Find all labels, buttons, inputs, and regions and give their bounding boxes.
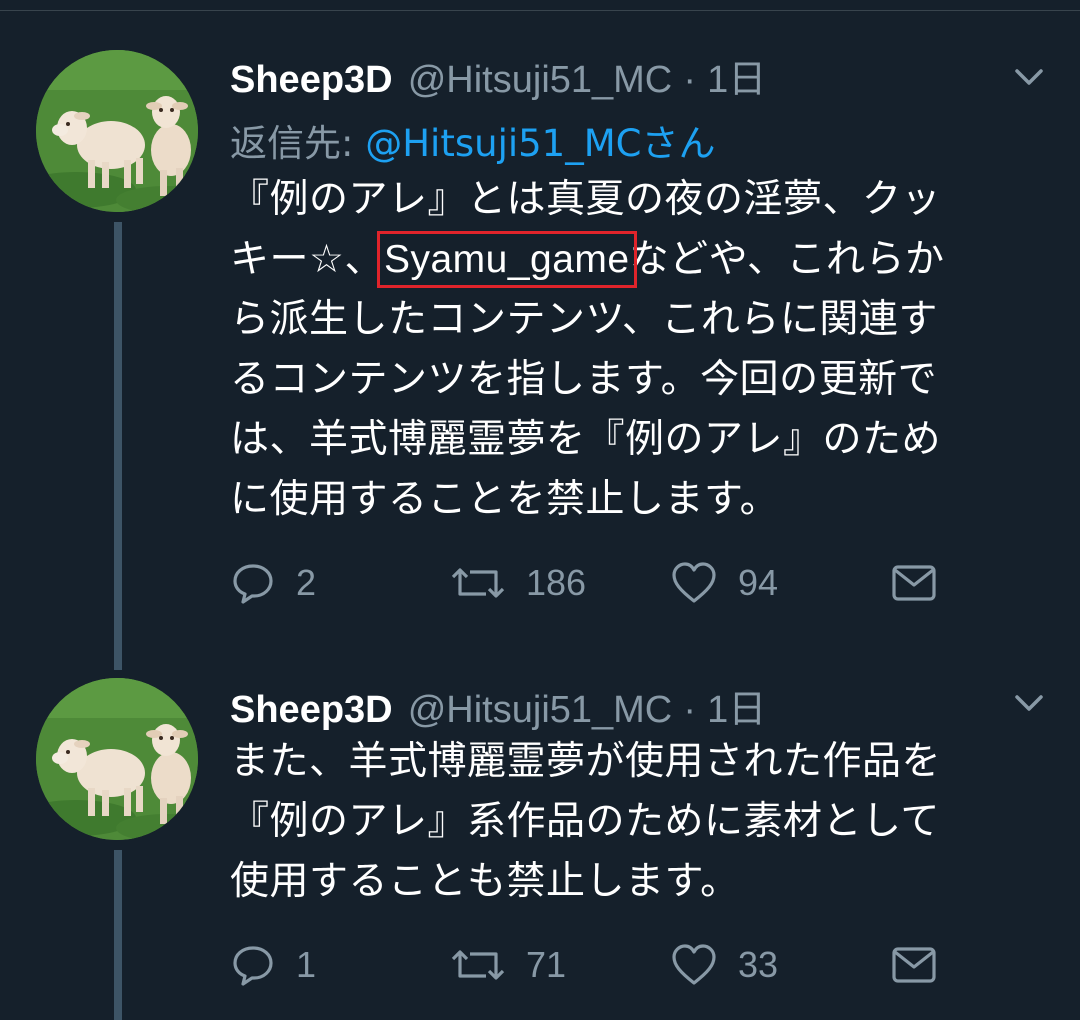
tweet[interactable]: Sheep3D @Hitsuji51_MC · 1日 返信先: @Hitsuji… (0, 10, 1080, 670)
display-name[interactable]: Sheep3D (230, 59, 393, 101)
chevron-down-icon (1015, 69, 1043, 85)
reply-label: 返信先: (230, 122, 354, 165)
retweet-button[interactable]: 71 (450, 940, 566, 990)
display-name[interactable]: Sheep3D (230, 689, 393, 731)
handle[interactable]: @Hitsuji51_MC (408, 59, 673, 101)
thread-line (114, 850, 122, 1020)
tweet-header: Sheep3D @Hitsuji51_MC · 1日 (230, 48, 766, 108)
text-line: 『例のアレ』とは真夏の夜の淫夢、クッ (230, 177, 942, 222)
heart-icon (672, 944, 716, 985)
speech-bubble-icon (233, 946, 273, 986)
avatar[interactable] (36, 50, 198, 212)
text-line: は、羊式博麗霊夢を『例のアレ』のため (230, 417, 942, 462)
tweet[interactable]: Sheep3D @Hitsuji51_MC · 1日 また、羊式博麗霊夢が使用さ… (0, 640, 1080, 1020)
text-line: に使用することを禁止します。 (230, 477, 780, 522)
tweet-text: また、羊式博麗霊夢が使用された作品を 『例のアレ』系作品のために素材として 使用… (230, 732, 1040, 912)
reply-button[interactable]: 2 (230, 558, 316, 608)
highlighted-term: Syamu_game (376, 231, 637, 288)
reply-to-link[interactable]: @Hitsuji51_MCさん (365, 122, 715, 165)
direct-message-button[interactable] (890, 558, 938, 608)
retweet-arrows-icon (451, 950, 505, 980)
time-separator: · (683, 59, 697, 101)
envelope-icon (892, 947, 936, 983)
sheep-avatar-image (36, 678, 198, 840)
tweet-menu-button[interactable] (1012, 686, 1046, 720)
tweet-actions: 2 186 94 (230, 558, 970, 608)
tweet-header: Sheep3D @Hitsuji51_MC · 1日 (230, 678, 766, 738)
tweet-menu-button[interactable] (1012, 60, 1046, 94)
retweet-button[interactable]: 186 (450, 558, 586, 608)
tweet-text: 『例のアレ』とは真夏の夜の淫夢、クッ キー☆、Syamu_gameなどや、これら… (230, 170, 1040, 530)
time-separator: · (683, 689, 697, 731)
text-line: 『例のアレ』系作品のために素材として (230, 799, 940, 844)
like-count: 94 (738, 562, 779, 603)
reply-count: 2 (296, 562, 317, 603)
retweet-count: 186 (526, 562, 587, 603)
handle[interactable]: @Hitsuji51_MC (408, 689, 673, 731)
timestamp[interactable]: 1日 (707, 59, 766, 101)
reply-context: 返信先: @Hitsuji51_MCさん (230, 113, 715, 167)
retweet-count: 71 (526, 944, 567, 985)
like-button[interactable]: 33 (670, 940, 778, 990)
like-button[interactable]: 94 (670, 558, 778, 608)
like-count: 33 (738, 944, 779, 985)
heart-icon (672, 562, 716, 603)
reply-button[interactable]: 1 (230, 940, 316, 990)
sheep-avatar-image (36, 50, 198, 212)
retweet-arrows-icon (451, 568, 505, 598)
avatar[interactable] (36, 678, 198, 840)
reply-count: 1 (296, 944, 317, 985)
speech-bubble-icon (233, 564, 273, 604)
envelope-icon (892, 565, 936, 601)
text-line: るコンテンツを指します。今回の更新で (230, 357, 938, 402)
text-line: また、羊式博麗霊夢が使用された作品を (230, 739, 942, 784)
text-line: キー☆、Syamu_gameなどや、これらか (230, 231, 945, 288)
tweet-actions: 1 71 33 (230, 940, 970, 990)
direct-message-button[interactable] (890, 940, 938, 990)
chevron-down-icon (1015, 695, 1043, 711)
thread-line (114, 222, 122, 670)
timestamp[interactable]: 1日 (707, 689, 766, 731)
text-line: ら派生したコンテンツ、これらに関連す (230, 297, 938, 342)
text-line: 使用することも禁止します。 (230, 859, 740, 904)
